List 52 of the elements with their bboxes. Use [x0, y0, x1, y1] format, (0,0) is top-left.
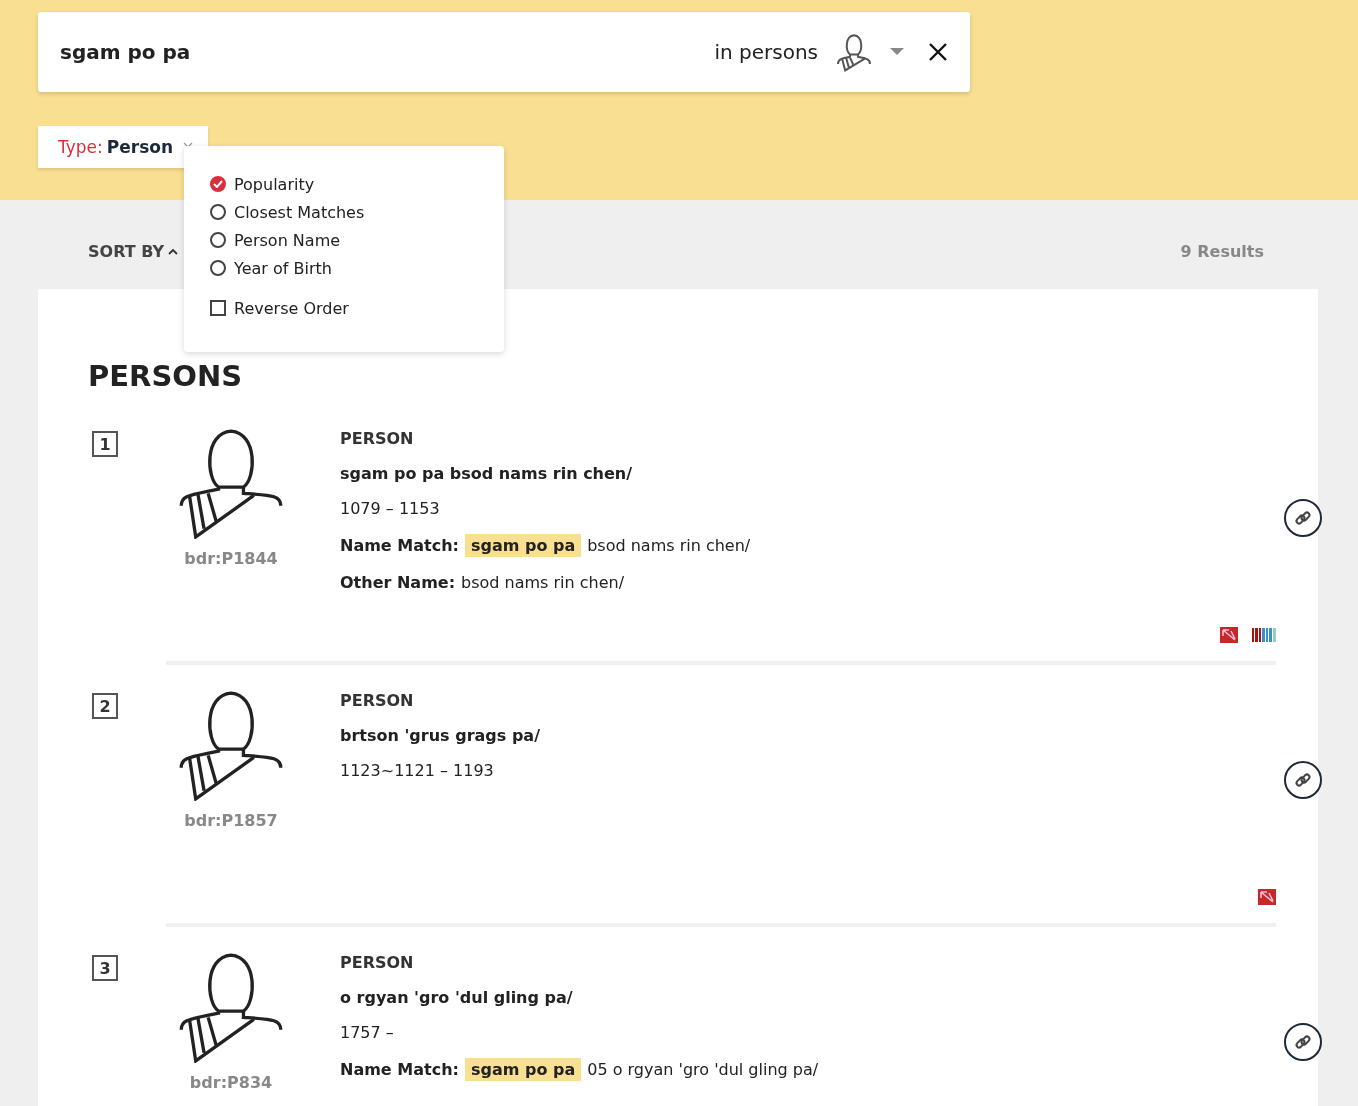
filter-value: Person [106, 137, 174, 157]
monk-avatar-icon [179, 691, 283, 801]
filter-label: Type: [58, 137, 103, 157]
scope-label: in persons [714, 40, 818, 64]
link-button[interactable] [1284, 499, 1322, 537]
sort-option[interactable]: Closest Matches [210, 198, 478, 226]
person-name[interactable]: brtson 'grus grags pa/ [340, 726, 1258, 745]
results-count: 9 Results [1180, 242, 1264, 261]
match-highlight: sgam po pa [464, 534, 582, 557]
sort-option[interactable]: Person Name [210, 226, 478, 254]
slash-square-icon[interactable] [1258, 889, 1276, 905]
life-dates: 1757 – [340, 1023, 395, 1042]
record-type: PERSON [340, 953, 415, 972]
field-label: Name Match: [340, 536, 459, 555]
field-label: Other Name: [340, 573, 456, 592]
search-field[interactable]: sgam po pa in persons [38, 12, 970, 92]
section-title: PERSONS [88, 359, 244, 393]
field-value: bsod nams rin chen/ [587, 536, 751, 555]
slash-square-icon[interactable] [1220, 627, 1238, 643]
person-name[interactable]: o rgyan 'gro 'dul gling pa/ [340, 988, 1276, 1007]
field-value: bsod nams rin chen/ [461, 573, 625, 592]
sort-by-button[interactable]: SORT BY [88, 242, 179, 261]
record-type: PERSON [340, 691, 415, 710]
person-name[interactable]: sgam po pa bsod nams rin chen/ [340, 464, 1220, 483]
result-number: 1 [92, 431, 118, 457]
record-id: bdr:P834 [189, 1073, 273, 1092]
monk-avatar-icon [179, 953, 283, 1063]
life-dates: 1123~1121 – 1193 [340, 761, 495, 780]
link-icon [1294, 1033, 1312, 1051]
field-label: Name Match: [340, 1060, 459, 1079]
link-button[interactable] [1284, 761, 1322, 799]
filter-tag[interactable]: Type: Person [38, 126, 208, 168]
link-icon [1294, 771, 1312, 789]
close-icon[interactable] [928, 42, 948, 62]
record-id: bdr:P1857 [184, 811, 278, 830]
dropdown-caret-icon[interactable] [890, 48, 904, 56]
record-type: PERSON [340, 429, 415, 448]
life-dates: 1079 – 1153 [340, 499, 441, 518]
record-id: bdr:P1844 [184, 549, 278, 568]
link-icon [1294, 509, 1312, 527]
link-button[interactable] [1284, 1023, 1322, 1061]
reverse-order-checkbox[interactable]: Reverse Order [210, 294, 478, 322]
sort-option[interactable]: Year of Birth [210, 254, 478, 282]
match-highlight: sgam po pa [464, 1058, 582, 1081]
monk-icon [834, 32, 874, 72]
sort-option[interactable]: Popularity [210, 170, 478, 198]
field-value: 05 o rgyan 'gro 'dul gling pa/ [587, 1060, 819, 1079]
result-number: 3 [92, 955, 118, 981]
monk-avatar-icon [179, 429, 283, 539]
stripes-icon[interactable] [1252, 628, 1276, 642]
check-icon [213, 180, 223, 188]
result-number: 2 [92, 693, 118, 719]
